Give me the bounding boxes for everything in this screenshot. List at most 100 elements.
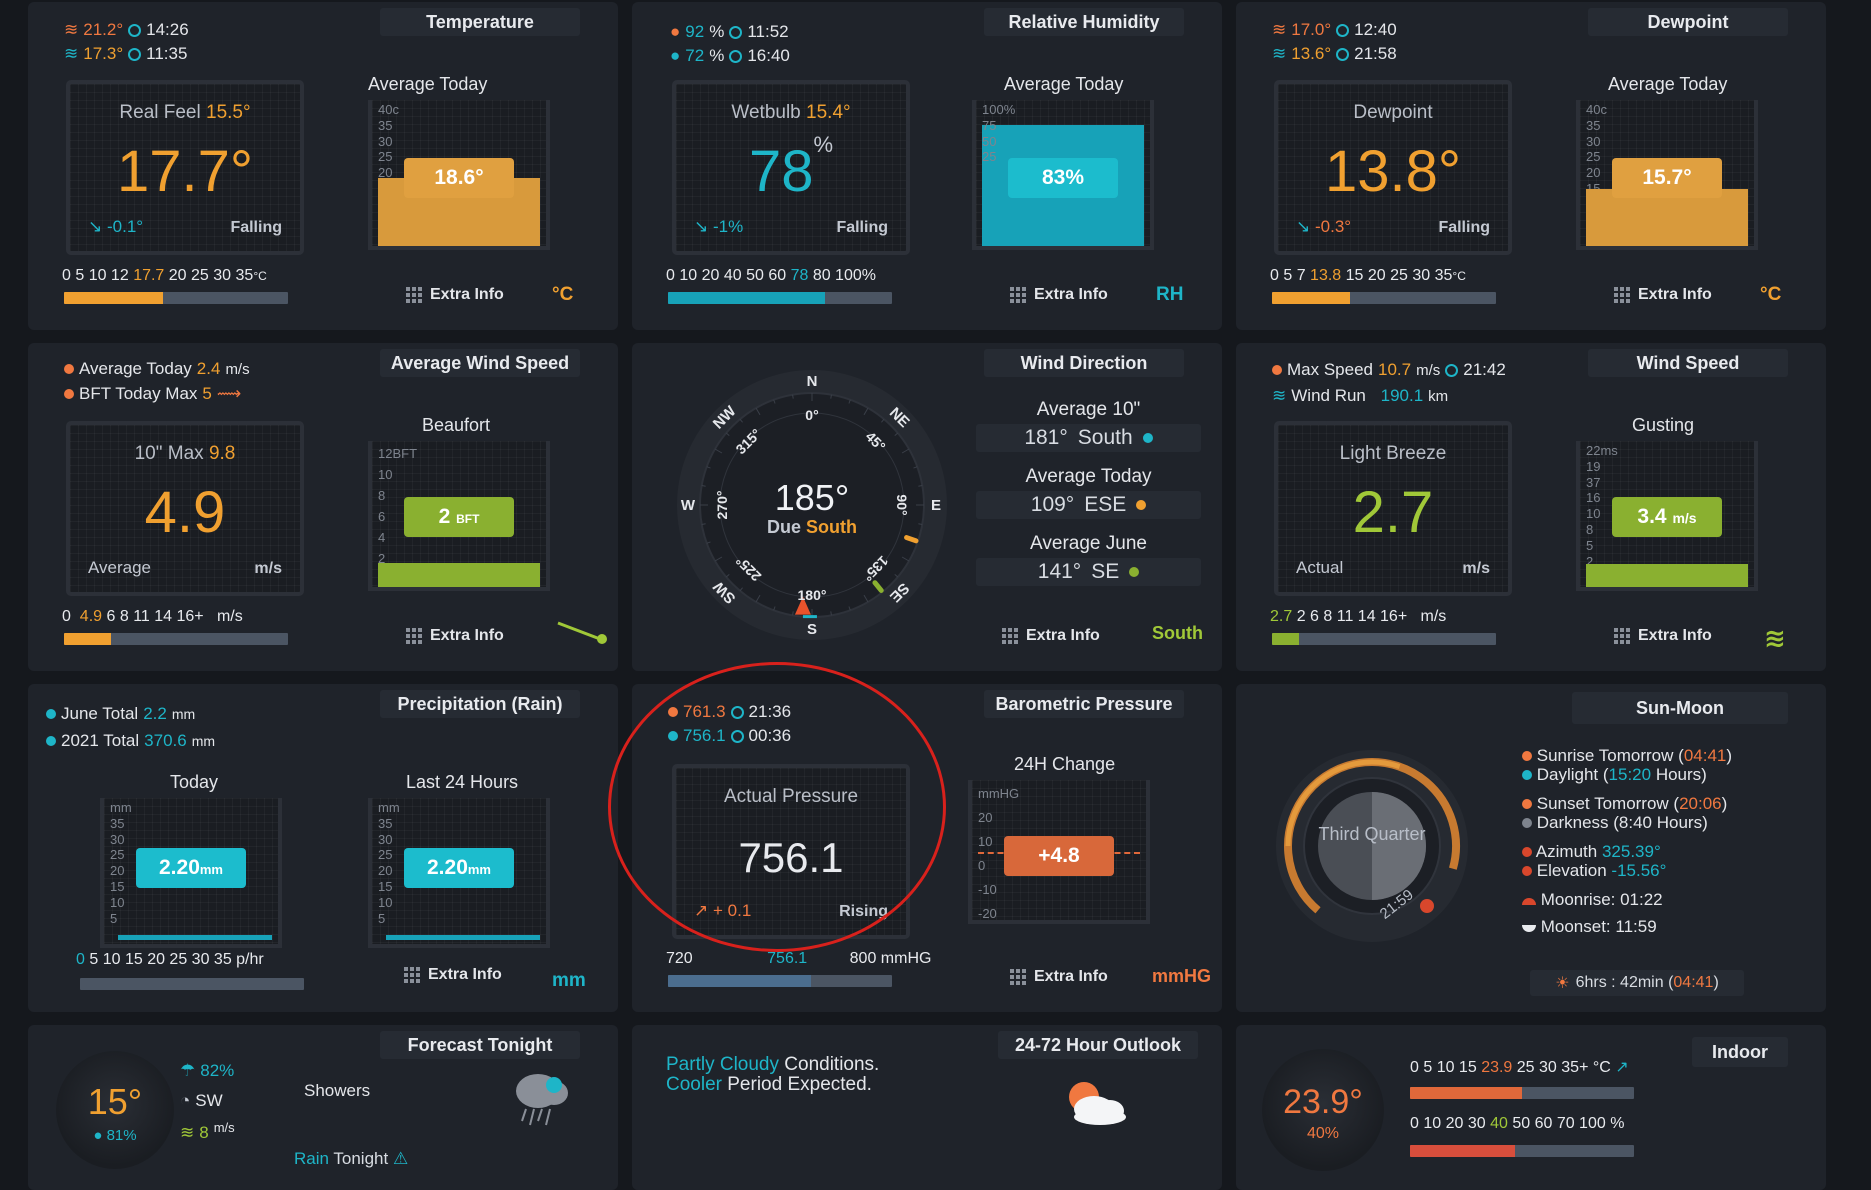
axis-tick-label: -20 xyxy=(978,906,997,921)
gauge-unit: % xyxy=(813,132,834,157)
avg10-row: 181° South xyxy=(976,424,1201,452)
rain-scale: 0 5 10 15 20 25 30 35 p/hr xyxy=(76,951,264,969)
gauge-value: 4.9 xyxy=(144,480,226,545)
unit-tag: °C xyxy=(552,284,574,305)
rain-scale-bar xyxy=(80,978,304,990)
indoor-temp-scale: 0 5 10 15 23.9 25 30 35+ °C ↗ xyxy=(1410,1057,1629,1077)
compass: N NE E SE S SW W NW 0° 45° 90° 135° 180° 225° 270° 315°… xyxy=(672,365,952,645)
moonset-text: Moonset: 11:59 xyxy=(1540,917,1657,936)
compass-tick xyxy=(792,611,794,616)
scale-value: 17.7 xyxy=(133,267,165,284)
avg-chart: 100% 75 50 25 83% xyxy=(972,100,1154,250)
high-time: 12:40 xyxy=(1354,20,1397,39)
extra-info-button[interactable]: Extra Info xyxy=(1002,627,1100,645)
avg-title: Average Today xyxy=(1004,74,1124,94)
year-value: 370.6 xyxy=(144,731,187,750)
grid-icon xyxy=(1614,287,1630,303)
rain-cloud-icon xyxy=(508,1069,578,1134)
scale-value: 23.9 xyxy=(1481,1059,1513,1076)
umbrella-icon: ☂ xyxy=(180,1061,196,1080)
scale-value: 13.8 xyxy=(1310,267,1342,284)
scale-unit: °C xyxy=(253,269,267,283)
extra-info-button[interactable]: Extra Info xyxy=(1010,968,1108,986)
compass-direction-label: S xyxy=(807,621,817,638)
axis-tick-label: mmHG xyxy=(978,786,1020,801)
low-time: 21:58 xyxy=(1354,44,1397,63)
extra-info-button[interactable]: Extra Info xyxy=(1614,286,1712,304)
scale-right: 800 mmHG xyxy=(849,950,932,967)
last24-title: Last 24 Hours xyxy=(406,772,519,792)
high-humidity: ● 92% 11:52 xyxy=(670,22,789,41)
extra-info-button[interactable]: Extra Info xyxy=(406,627,504,645)
today-badge: 2.20mm xyxy=(136,848,246,888)
sunset-value: 20:06 xyxy=(1679,794,1722,813)
azimuth-value: 325.39° xyxy=(1601,842,1661,861)
low-value: 13.6° xyxy=(1291,44,1332,63)
gauge-caption: Average xyxy=(88,558,152,577)
drop-icon: ● xyxy=(670,22,681,41)
rain-tonight: Tonight xyxy=(333,1149,389,1168)
clock-icon xyxy=(128,47,142,61)
extra-info-button[interactable]: Extra Info xyxy=(406,286,504,304)
extra-info-button[interactable]: Extra Info xyxy=(404,966,502,984)
extra-info-button[interactable]: Extra Info xyxy=(1010,286,1108,304)
high-temp: ≋ 21.2° 14:26 xyxy=(64,20,189,40)
extra-info-button[interactable]: Extra Info xyxy=(1614,627,1712,645)
axis-tick-label: 35 xyxy=(1586,117,1601,133)
temp-high-icon: ≋ xyxy=(1272,20,1287,39)
clock-icon xyxy=(1445,363,1459,377)
gauge-label: Light Breeze xyxy=(1339,443,1447,464)
wind-run-value: 190.1 xyxy=(1380,386,1424,405)
indoor-hum-scale: 0 10 20 30 40 50 60 70 100 % xyxy=(1410,1115,1624,1133)
dewpoint-scale-bar xyxy=(1272,292,1496,304)
grid-icon xyxy=(1010,287,1026,303)
humidity-card: Relative Humidity ● 92% 11:52 ● 72% 16:4… xyxy=(632,2,1222,330)
card-title: Barometric Pressure xyxy=(984,690,1184,718)
avg-title: Average Today xyxy=(1608,74,1728,94)
grid-icon xyxy=(406,287,422,303)
trend-value: -0.1° xyxy=(106,217,144,236)
scale-value: 2.7 xyxy=(1270,608,1293,625)
june-value: 2.2 xyxy=(143,704,167,723)
scale-left: 0 5 10 12 xyxy=(62,267,129,284)
axis-tick-label: 20 xyxy=(110,863,125,879)
wind-icon: ≋ xyxy=(1764,623,1786,653)
temp-high-icon: ≋ xyxy=(64,20,79,39)
bft-max-value: 5 xyxy=(202,384,212,403)
high-value: 92 xyxy=(685,22,705,41)
axis-tick-label: 20 xyxy=(978,810,993,825)
elevation-dot-icon xyxy=(1522,866,1532,876)
wind-icon: ≋ xyxy=(1272,386,1287,405)
rain-card: Precipitation (Rain) June Total 2.2 mm 2… xyxy=(28,684,618,1012)
bft-bar xyxy=(378,562,540,587)
axis-tick-label: 35 xyxy=(378,117,393,133)
avg-chart: 40c3530252015105 18.6° xyxy=(368,100,550,250)
darkness-text: Darkness (8:40 Hours) xyxy=(1536,813,1708,832)
axis-tick-label: 40c xyxy=(378,102,399,117)
rain-chance: 82% xyxy=(200,1061,235,1080)
max-value: 9.8 xyxy=(208,443,236,464)
compass-tick xyxy=(792,394,794,399)
indoor-temp: 23.9° xyxy=(1283,1083,1363,1121)
daylight-value: 15:20 xyxy=(1608,765,1652,784)
dewpoint-gauge: Dewpoint 13.8° ↘ -0.3° Falling xyxy=(1274,80,1512,255)
indoor-temp-bar xyxy=(1410,1087,1634,1099)
unit-tag: mm xyxy=(552,970,586,991)
elevation-value: -15.56° xyxy=(1611,861,1667,880)
avgmonth-label: Average June xyxy=(1030,533,1147,554)
axis-tick-label: mm xyxy=(110,800,132,815)
gust-title: Gusting xyxy=(1632,415,1695,435)
axis-tick-label: 20 xyxy=(378,863,393,879)
windsock-icon: ⟿ xyxy=(216,384,242,403)
avgday-row: 109° ESE xyxy=(976,491,1201,519)
gauge-unit: m/s xyxy=(1462,560,1490,577)
indoor-hum-bar xyxy=(1410,1145,1634,1157)
forecast-temp-dial: 15° ● 81% xyxy=(56,1051,174,1169)
card-title: Indoor xyxy=(1692,1037,1788,1067)
compass-tick xyxy=(830,611,832,616)
axis-tick-label: 30 xyxy=(110,831,125,847)
june-total: June Total 2.2 mm xyxy=(46,704,195,724)
trend-text: Falling xyxy=(1438,219,1490,236)
avg-badge: 18.6° xyxy=(404,158,514,198)
drop-icon: ● xyxy=(93,1127,103,1144)
